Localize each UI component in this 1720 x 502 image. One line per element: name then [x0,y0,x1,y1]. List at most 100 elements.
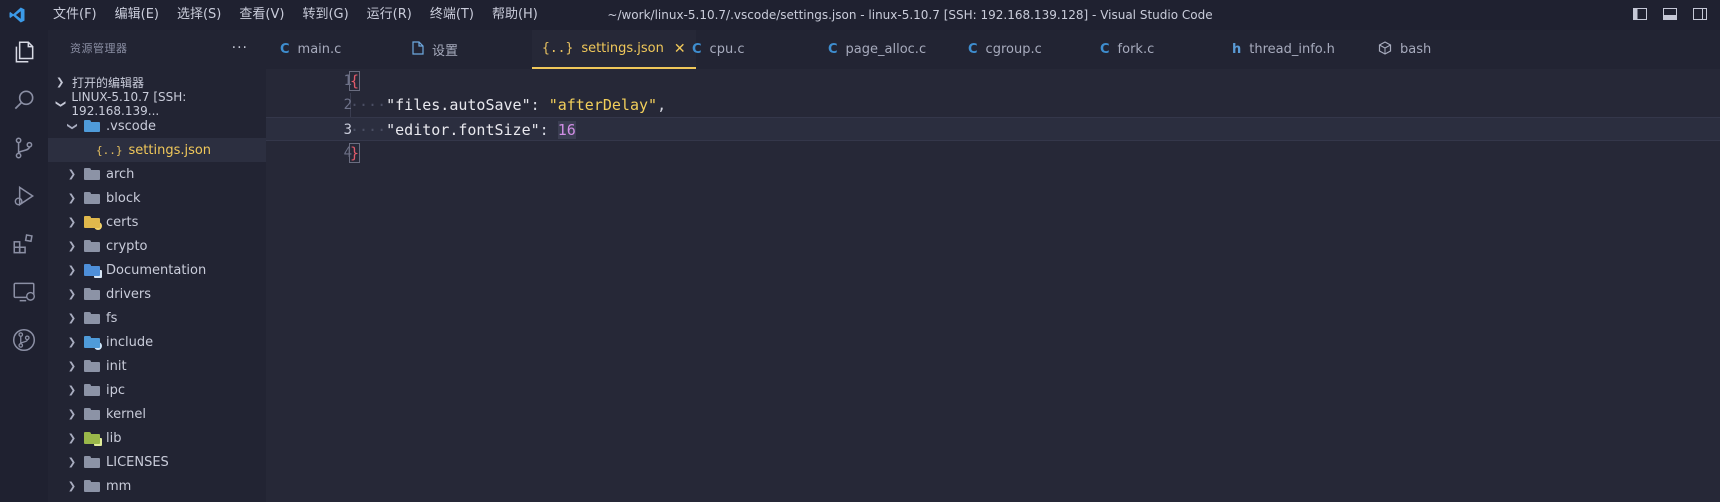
json-key: "editor.fontSize" [386,121,540,139]
menu-help[interactable]: 帮助(H) [483,0,547,30]
tree-item-label: drivers [106,286,152,302]
menu-edit[interactable]: 编辑(E) [106,0,168,30]
tree-item-folder[interactable]: ❯ kernel [48,402,266,426]
chevron-right-icon: ❯ [67,384,77,396]
source-control-icon[interactable] [0,126,48,170]
chevron-right-icon: ❯ [67,336,77,348]
tree-item-folder[interactable]: ❯ arch [48,162,266,186]
tree-item-label: include [106,334,154,350]
menu-terminal[interactable]: 终端(T) [421,0,483,30]
code-line-4[interactable]: 4 } [266,141,1720,165]
tree-item-folder[interactable]: ❯ ipc [48,378,266,402]
tree-item-folder[interactable]: ❯ certs [48,210,266,234]
close-tab-icon[interactable]: ✕ [674,41,686,57]
tree-item-folder[interactable]: ❯ include [48,330,266,354]
json-key: "files.autoSave" [386,96,531,114]
json-close-brace: } [348,143,361,163]
tree-item-folder[interactable]: ❯ lib [48,426,266,450]
menu-run[interactable]: 运行(R) [358,0,421,30]
tab-thread-info-h[interactable]: h thread_info.h [1232,30,1335,69]
tree-item-folder[interactable]: ❯ Documentation [48,258,266,282]
tab-cgroup-c[interactable]: Ccgroup.c [968,30,1042,69]
line-content: } [348,141,361,165]
tree-item-label: Documentation [106,262,207,278]
json-colon: : [530,96,549,114]
tab-bash-terminal[interactable]: bash [1378,30,1431,69]
layout-controls [1632,6,1708,22]
tab-settings-json[interactable]: {..} settings.json ✕ [532,30,696,69]
git-graph-icon[interactable] [0,318,48,362]
c-file-icon: C [828,42,838,57]
folder-icon [84,240,100,252]
tab-page-alloc-c[interactable]: Cpage_alloc.c [828,30,926,69]
code-editor[interactable]: 1 { 2 ····"files.autoSave": "afterDelay"… [266,69,1720,502]
menu-view[interactable]: 查看(V) [230,0,293,30]
tab-fork-c[interactable]: Cfork.c [1100,30,1154,69]
c-file-icon: C [1100,42,1110,57]
tab-label: cgroup.c [985,42,1042,57]
code-line-1[interactable]: 1 { [266,69,1720,93]
tree-item-folder[interactable]: ❯ crypto [48,234,266,258]
tree-item-folder[interactable]: ❯ block [48,186,266,210]
toggle-sidebar-icon[interactable] [1632,6,1648,22]
line-number: 4 [343,145,352,161]
extensions-icon[interactable] [0,222,48,266]
chevron-right-icon: ❯ [67,288,77,300]
tab-label: 设置 [432,44,459,59]
tree-item-label: fs [106,310,118,326]
tree-item-folder[interactable]: ❯ mm [48,474,266,498]
editor-tab-bar: Cmain.c 设置 {..} settings.json ✕ Ccpu.c Cpa… [266,30,1720,69]
tree-item-folder[interactable]: ❯ fs [48,306,266,330]
folder-icon [84,456,100,468]
tab-label: bash [1400,42,1432,57]
run-debug-icon[interactable] [0,174,48,218]
tree-item-folder[interactable]: ❯ init [48,354,266,378]
toggle-secondary-sidebar-icon[interactable] [1692,6,1708,22]
chevron-right-icon: ❯ [67,456,77,468]
line-content: ····"editor.fontSize": 16 [350,118,576,142]
tab-label: fork.c [1117,42,1155,57]
explorer-icon[interactable] [0,30,48,74]
line-number: 1 [343,73,352,89]
whitespace-dots: ···· [350,96,387,114]
search-icon[interactable] [0,78,48,122]
menu-go[interactable]: 转到(G) [293,0,357,30]
tree-item-label: ipc [106,382,126,398]
workspace-section[interactable]: ❯ LINUX-5.10.7 [SSH: 192.168.139... [48,90,266,118]
tab-main-c[interactable]: Cmain.c [280,30,341,69]
folder-icon [84,384,100,396]
line-number: 3 [343,122,352,138]
code-line-2[interactable]: 2 ····"files.autoSave": "afterDelay", [266,93,1720,117]
chevron-right-icon: ❯ [67,432,77,444]
tree-item-folder[interactable]: ❯ LICENSES [48,450,266,474]
tree-item-label: crypto [106,238,148,254]
activity-bar [0,30,48,502]
tree-item-label: mm [106,478,132,494]
remote-explorer-icon[interactable] [0,270,48,314]
json-colon: : [539,121,558,139]
tab-cpu-c[interactable]: Ccpu.c [692,30,744,69]
tree-item-label: certs [106,214,139,230]
chevron-right-icon: ❯ [67,264,77,276]
tree-item-vscode-folder[interactable]: ❯ .vscode [48,114,266,138]
c-file-icon: C [280,42,290,57]
menu-bar: 文件(F) 编辑(E) 选择(S) 查看(V) 转到(G) 运行(R) 终端(T… [44,0,547,30]
folder-icon [84,408,100,420]
chevron-right-icon: ❯ [67,360,77,372]
tab-label: cpu.c [709,42,745,57]
tree-item-label: arch [106,166,135,182]
json-string-value: "afterDelay" [548,96,658,114]
certs-folder-icon [84,216,102,230]
tree-item-settings-json[interactable]: {..} settings.json [48,138,266,162]
menu-file[interactable]: 文件(F) [44,0,106,30]
more-actions-button[interactable]: ··· [232,40,248,56]
tab-settings-ui[interactable]: 设置 [412,30,458,69]
code-line-3[interactable]: 3 ····"editor.fontSize": 16 [266,117,1720,141]
menu-selection[interactable]: 选择(S) [168,0,230,30]
tree-item-folder[interactable]: ❯ drivers [48,282,266,306]
folder-icon [84,480,100,492]
folder-icon [84,288,100,300]
toggle-panel-icon[interactable] [1662,6,1678,22]
chevron-right-icon: ❯ [67,192,77,204]
explorer-header: 资源管理器 ··· [48,30,266,65]
